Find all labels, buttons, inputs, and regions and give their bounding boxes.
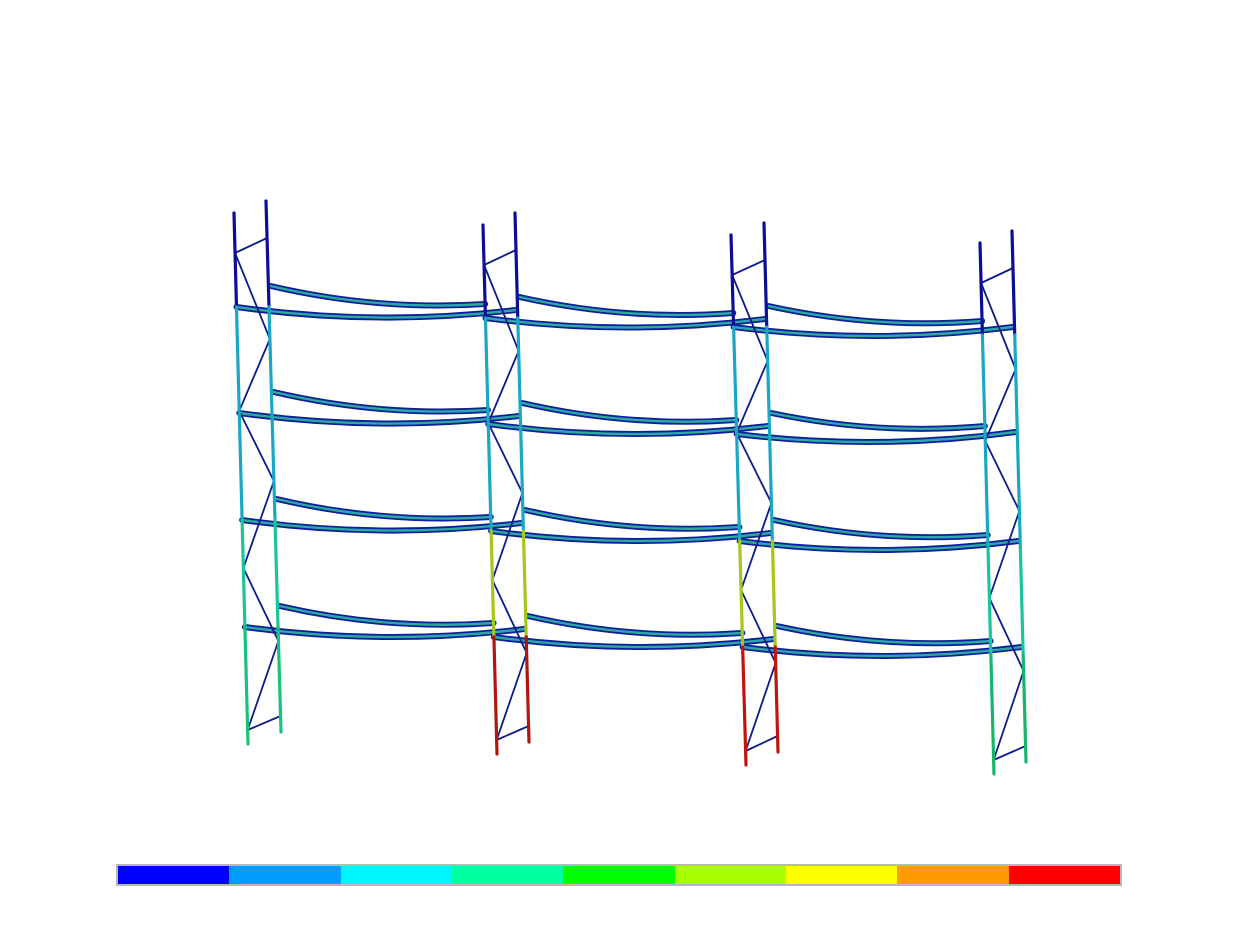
frame-4-right-post-segment-2 <box>1013 333 1020 442</box>
frame-4-top-horizontal <box>980 267 1014 284</box>
frame-3-brace-3 <box>735 432 773 504</box>
legend-swatch-6 <box>674 866 786 884</box>
color-legend-bar <box>116 864 1122 886</box>
frame-4-brace-6 <box>992 670 1025 761</box>
frame-3-top-horizontal <box>731 259 766 276</box>
frame-1-left-post-segment-2 <box>234 305 241 415</box>
legend-swatch-1 <box>118 866 230 884</box>
frame-1-left-post-segment-5 <box>243 625 250 746</box>
frame-4-right-post-segment-4 <box>1018 547 1025 657</box>
frame-4-right-post-segment-3 <box>1015 438 1022 551</box>
legend-swatch-8 <box>897 866 1009 884</box>
frame-2-left-post-segment-5 <box>492 635 499 756</box>
frame-2-top-horizontal <box>483 249 517 266</box>
frame-1-right-post-segment-1 <box>264 199 271 309</box>
frame-2-brace-6 <box>495 652 528 741</box>
legend-swatch-7 <box>785 866 898 884</box>
frame-2-right-post-segment-1 <box>513 211 520 320</box>
frame-4-brace-5 <box>988 597 1025 672</box>
legend-swatch-3 <box>340 866 452 884</box>
frame-2-right-post-segment-3 <box>518 422 526 533</box>
frame-3-brace-6 <box>744 662 777 752</box>
frame-3-right-post-segment-1 <box>762 221 769 329</box>
frame-1-brace-3 <box>238 410 275 482</box>
frame-4-brace-3 <box>984 440 1021 512</box>
frame-3-left-post-segment-5 <box>741 645 748 767</box>
frame-2-right-post-segment-2 <box>516 316 523 426</box>
model-viewport[interactable] <box>0 0 1240 932</box>
legend-swatch-9 <box>1008 866 1120 884</box>
frame-1-brace-1 <box>234 252 271 340</box>
frame-1-brace-2 <box>238 338 271 412</box>
scaffold-model <box>232 199 1028 776</box>
frame-2-brace-3 <box>487 422 524 494</box>
frame-1-brace-6 <box>246 640 280 731</box>
frame-4-right-post-segment-1 <box>1010 229 1017 337</box>
frame-1-left-post-segment-1 <box>232 211 239 309</box>
frame-1-right-post-segment-3 <box>270 411 277 522</box>
frame-3-right-post-segment-3 <box>767 432 775 543</box>
frame-1-left-post-segment-4 <box>240 518 247 629</box>
frame-3-brace-2 <box>735 360 769 434</box>
frame-3-brace-5 <box>740 589 777 664</box>
frame-1-right-post-segment-2 <box>267 305 274 415</box>
frame-2-right-post-segment-4 <box>521 529 528 639</box>
frame-4-left-post-segment-5 <box>989 653 996 776</box>
frame-2-brace-2 <box>487 350 520 424</box>
legend-swatch-2 <box>229 866 341 884</box>
frame-3-right-post-segment-4 <box>770 539 777 649</box>
frame-4-brace-4 <box>988 510 1021 599</box>
frame-1-right-post-segment-4 <box>273 518 280 629</box>
frame-2-brace-5 <box>491 579 528 654</box>
legend-swatch-4 <box>451 866 564 884</box>
frame-1-left-post-segment-3 <box>237 411 244 522</box>
frame-1-top-horizontal <box>234 237 268 254</box>
frame-3-right-post-segment-2 <box>765 325 772 436</box>
legend-swatch-5 <box>563 866 675 884</box>
